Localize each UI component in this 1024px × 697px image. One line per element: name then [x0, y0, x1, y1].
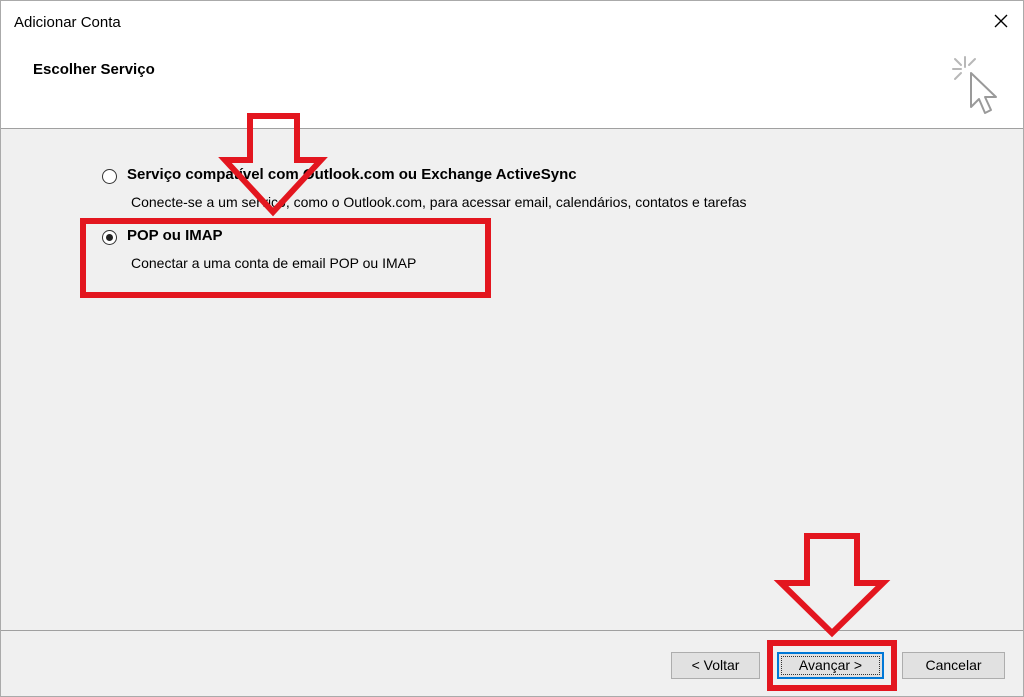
option-label: Serviço compatível com Outlook.com ou Ex… [127, 166, 577, 183]
title-bar: Adicionar Conta [1, 1, 1023, 43]
page-title: Escolher Serviço [33, 61, 155, 78]
next-button[interactable]: Avançar > [777, 652, 884, 679]
window-title: Adicionar Conta [14, 14, 121, 31]
cursor-click-icon [951, 55, 1006, 125]
back-button[interactable]: < Voltar [671, 652, 760, 679]
focus-rect [781, 656, 880, 675]
footer-divider [1, 630, 1023, 631]
radio-outlook-exchange[interactable] [102, 169, 117, 184]
option-label: POP ou IMAP [127, 227, 223, 244]
close-icon[interactable] [989, 9, 1013, 33]
option-description: Conectar a uma conta de email POP ou IMA… [131, 255, 417, 271]
radio-pop-imap[interactable] [102, 230, 117, 245]
cancel-button[interactable]: Cancelar [902, 652, 1005, 679]
option-description: Conecte-se a um serviço, como o Outlook.… [131, 194, 747, 210]
header-band: Escolher Serviço [1, 43, 1023, 129]
